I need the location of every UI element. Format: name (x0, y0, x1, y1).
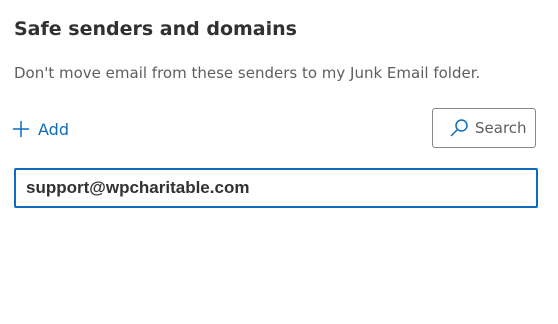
add-button[interactable]: Add (12, 116, 69, 142)
safe-sender-entry[interactable] (14, 168, 538, 208)
search-icon (449, 118, 469, 138)
search-input[interactable] (475, 119, 533, 137)
safe-sender-input[interactable] (26, 178, 536, 198)
search-box[interactable] (432, 108, 536, 148)
add-button-label: Add (38, 119, 69, 139)
section-title: Safe senders and domains (14, 18, 297, 40)
section-description: Don't move email from these senders to m… (14, 64, 481, 82)
plus-icon (12, 120, 30, 138)
